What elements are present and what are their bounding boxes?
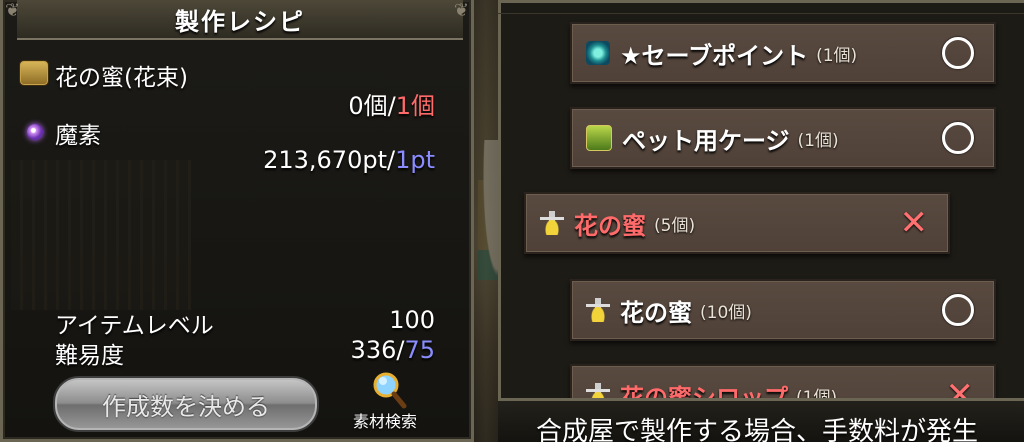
target-item-name: 花の蜜(花束) bbox=[55, 65, 188, 91]
recipe-title: 製作レシピ bbox=[17, 0, 463, 40]
material-count: (10個) bbox=[700, 302, 752, 323]
flask-icon bbox=[540, 211, 564, 235]
ornament-corner-icon: ❦ bbox=[5, 0, 21, 21]
item-level-label: アイテムレベル bbox=[55, 313, 214, 339]
material-count: (5個) bbox=[654, 215, 696, 236]
difficulty-value: 336/75 bbox=[351, 336, 435, 364]
target-have: 0個 bbox=[348, 92, 388, 120]
magic-slash: / bbox=[386, 146, 396, 174]
material-item-pet-cage[interactable]: ペット用ケージ (1個) bbox=[570, 107, 996, 169]
circle-ok-icon bbox=[942, 122, 974, 154]
recipe-panel: 製作レシピ ❦ ❦ 花の蜜(花束) 0個/1個 魔素 213,670pt/1pt… bbox=[0, 0, 474, 442]
ornament-corner-icon: ❦ bbox=[453, 0, 469, 21]
target-slash: / bbox=[387, 92, 396, 120]
pet-cage-icon bbox=[586, 125, 612, 151]
material-search-label[interactable]: 素材検索 bbox=[353, 408, 417, 432]
flask-icon bbox=[586, 298, 610, 322]
difficulty-max: 75 bbox=[404, 336, 435, 364]
cross-missing-icon: ✕ bbox=[899, 203, 929, 243]
difficulty-current: 336 bbox=[350, 336, 397, 364]
purple-orb-icon bbox=[27, 124, 43, 140]
item-level-value: 100 bbox=[389, 306, 435, 334]
magic-have: 213,670pt bbox=[263, 146, 387, 174]
material-count: (1個) bbox=[797, 130, 839, 151]
magnifier-search-icon[interactable] bbox=[371, 371, 407, 409]
treasure-chest-icon bbox=[19, 60, 49, 86]
circle-ok-icon bbox=[942, 37, 974, 69]
material-name: ペット用ケージ bbox=[622, 126, 790, 155]
panel-divider bbox=[474, 0, 498, 442]
material-count: (1個) bbox=[816, 45, 858, 66]
magic-need: 1pt bbox=[395, 146, 435, 174]
material-item-flower-nectar-10[interactable]: 花の蜜 (10個) bbox=[570, 279, 996, 341]
material-status bbox=[942, 294, 974, 326]
fee-notice-message: 合成屋で製作する場合、手数料が発生 bbox=[498, 398, 1024, 442]
material-status bbox=[942, 122, 974, 154]
target-item-quantity: 0個/1個 bbox=[348, 86, 435, 121]
material-status bbox=[942, 37, 974, 69]
magic-element-quantity: 213,670pt/1pt bbox=[263, 146, 435, 174]
background-bookshelf bbox=[11, 160, 191, 310]
material-name: ★セーブポイント bbox=[620, 41, 809, 70]
circle-ok-icon bbox=[942, 294, 974, 326]
material-name: 花の蜜 bbox=[574, 211, 646, 240]
target-need: 1個 bbox=[395, 92, 435, 120]
magic-element-name: 魔素 bbox=[55, 123, 101, 149]
material-name: 花の蜜 bbox=[620, 298, 692, 327]
materials-panel-top-border bbox=[498, 0, 1024, 14]
save-point-icon bbox=[586, 41, 610, 65]
difficulty-label: 難易度 bbox=[55, 343, 124, 369]
decide-quantity-button[interactable]: 作成数を決める bbox=[53, 376, 319, 432]
material-item-flower-nectar-5[interactable]: 花の蜜 (5個) ✕ bbox=[524, 192, 950, 254]
material-item-save-point[interactable]: ★セーブポイント (1個) bbox=[570, 22, 996, 84]
material-status: ✕ bbox=[900, 206, 929, 240]
